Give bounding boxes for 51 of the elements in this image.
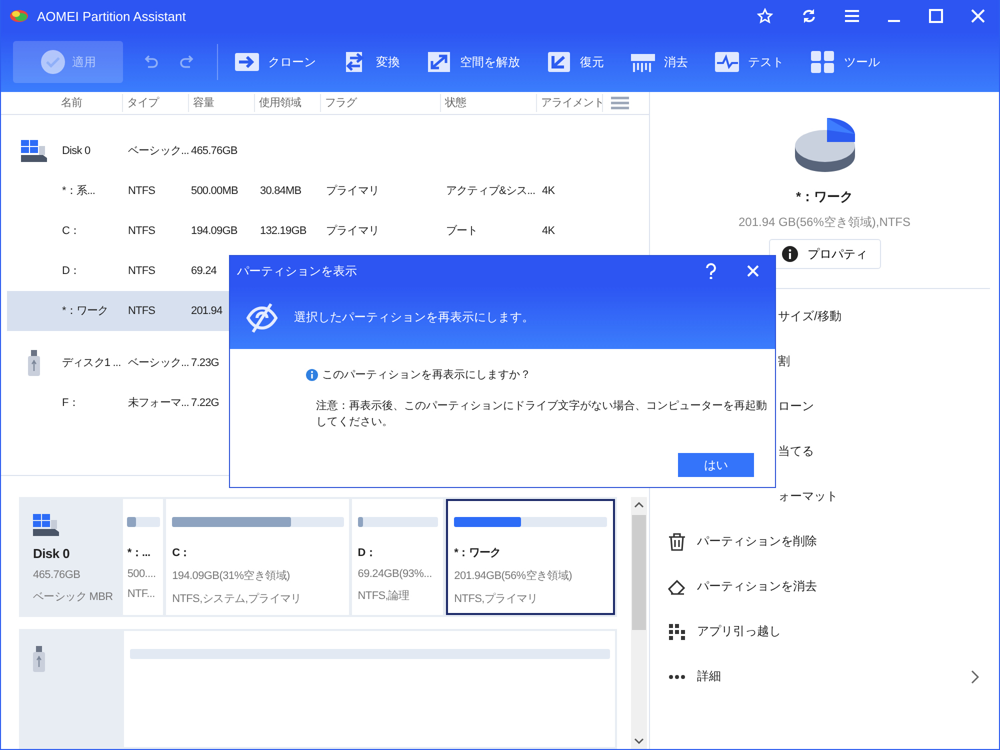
partition-info: 201.94 GB(56%空き領域),NTFS <box>738 214 911 231</box>
table-cell-text: 201.94 <box>190 304 222 319</box>
partition-size: 201.94GB(56%空き領域) <box>454 568 573 583</box>
table-cell-text: D： <box>61 264 80 279</box>
table-cell-text: ディスク1 ... <box>61 356 121 371</box>
table-cell-text: 69.24 <box>190 264 217 279</box>
table-cell-text: NTFS <box>127 224 156 239</box>
partition-type: NTFS,システム,プライマリ <box>172 592 302 606</box>
table-cell-text: ブート <box>445 224 478 239</box>
dialog-note: 注意：再表示後、このパーティションにドライブ文字がない場合、コンピューターを再起動してください。 <box>316 398 768 430</box>
dialog-question: このパーティションを再表示にしますか？ <box>322 368 531 382</box>
table-cell-text: 7.22G <box>190 396 219 411</box>
table-cell-text: NTFS <box>127 184 156 199</box>
table-cell-text: 194.09GB <box>190 224 238 239</box>
partition-name: *：ワーク <box>796 188 854 206</box>
table-cell-text: NTFS <box>127 304 156 319</box>
table-cell-text: プライマリ <box>325 184 380 199</box>
partition-size: 500.... <box>127 568 157 580</box>
partition-type: NTF... <box>127 588 156 600</box>
window-title: AOMEI Partition Assistant <box>37 8 186 24</box>
table-cell-text: 30.84MB <box>259 184 302 199</box>
dialog-title: パーティションを表示 <box>237 262 357 280</box>
table-cell-text: 4K <box>541 224 555 239</box>
partition-type: NTFS,プライマリ <box>454 592 539 606</box>
table-cell-text: C： <box>61 224 80 239</box>
table-cell-text: ベーシック... <box>127 144 189 159</box>
partition-name: *：... <box>127 546 152 560</box>
table-cell-text: 465.76GB <box>190 144 238 159</box>
partition-size: 69.24GB(93%... <box>358 568 433 580</box>
table-cell-text: *：系... <box>61 184 96 199</box>
disk-name: Disk 0 <box>33 546 71 561</box>
table-cell-text: 7.23G <box>190 356 219 371</box>
table-cell-text: アクティブ&シス... <box>445 184 536 199</box>
partition-size: 194.09GB(31%空き領域) <box>172 568 291 583</box>
partition-name: D： <box>358 546 378 560</box>
table-cell-text: プライマリ <box>325 224 380 239</box>
table-cell-text: F： <box>61 396 79 411</box>
table-cell-text: 132.19GB <box>259 224 306 239</box>
table-cell-text: 未フォーマ... <box>127 396 189 411</box>
dialog-header-text: 選択したパーティションを再表示にします。 <box>294 309 534 326</box>
partition-name: C： <box>172 546 192 560</box>
table-cell-text: Disk 0 <box>61 144 90 159</box>
partition-type: NTFS,論理 <box>358 589 410 603</box>
table-cell-text: 4K <box>541 184 555 199</box>
disk-type: ベーシック MBR <box>33 590 114 604</box>
table-cell-text: ベーシック... <box>127 356 189 371</box>
partition-name: *：ワーク <box>454 546 502 560</box>
table-cell-text: NTFS <box>127 264 156 279</box>
table-cell-text: *：ワーク <box>61 304 108 319</box>
table-cell-text: 500.00MB <box>190 184 238 199</box>
disk-size: 465.76GB <box>33 569 82 581</box>
